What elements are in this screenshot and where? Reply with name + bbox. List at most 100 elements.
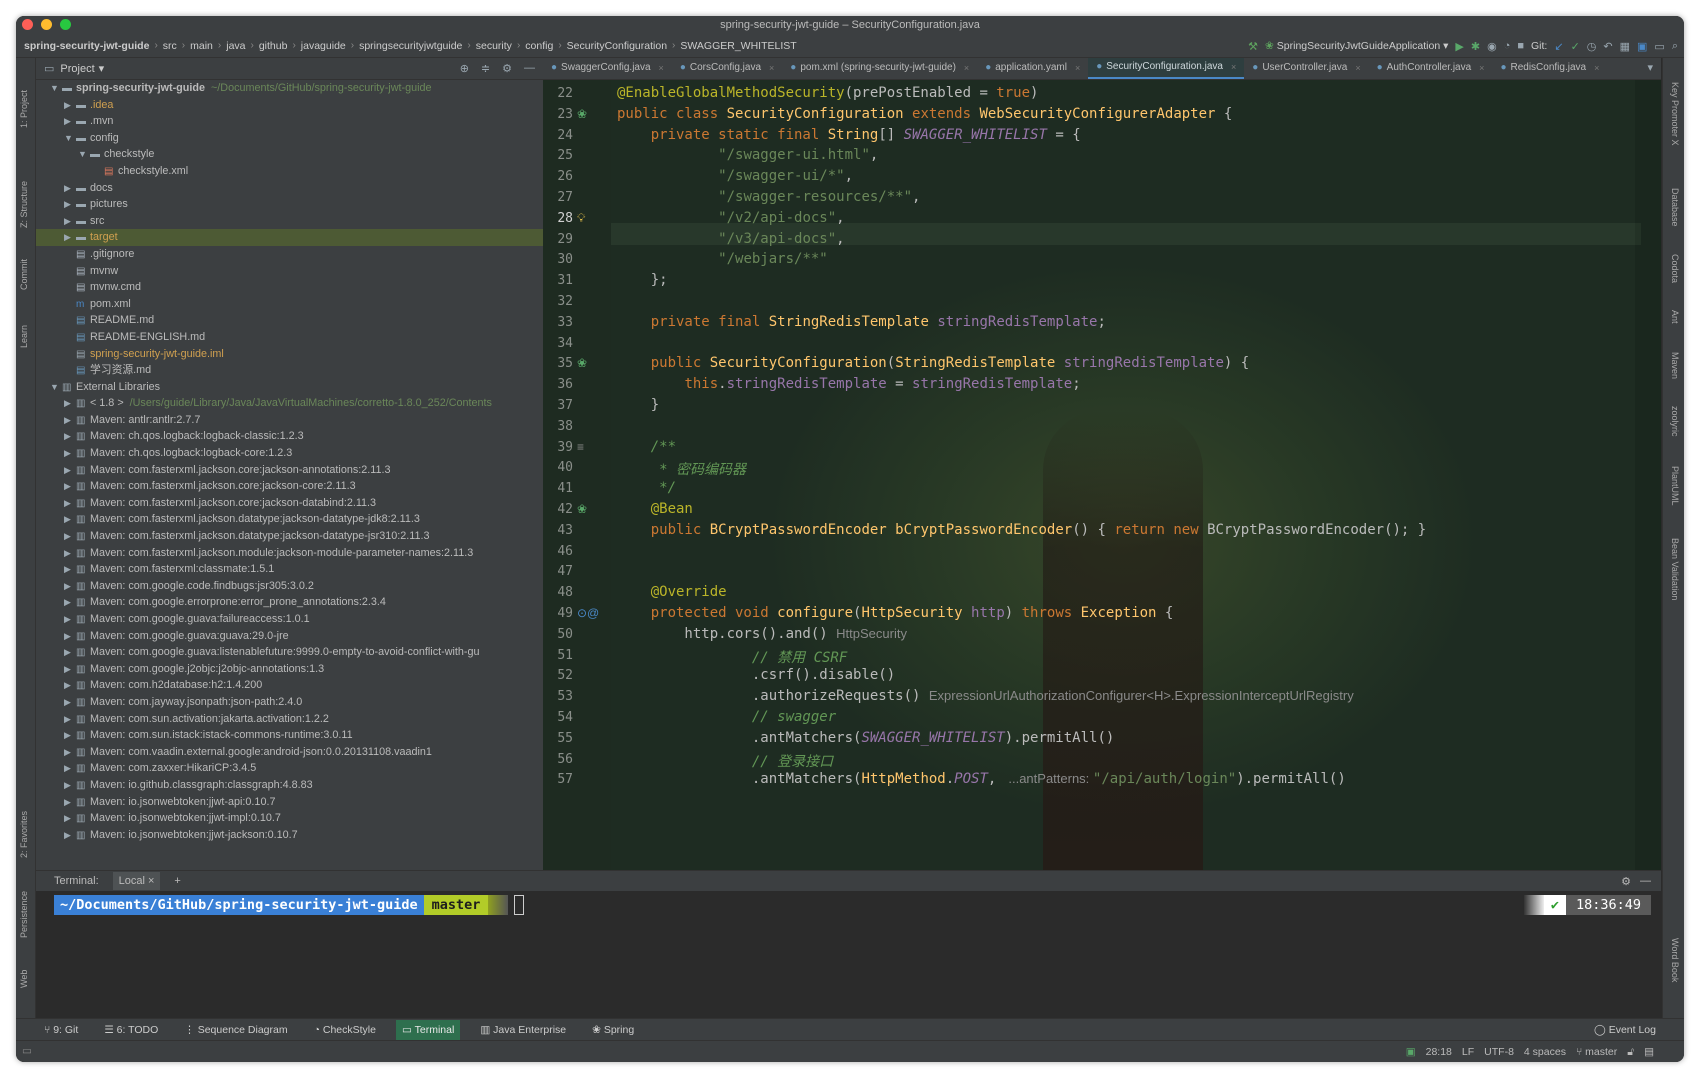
code-line[interactable]: "/webjars/**" <box>617 251 828 267</box>
tree-item[interactable]: ▶ ▬ pictures <box>36 196 543 213</box>
gear-icon[interactable]: ⚙ <box>1621 875 1631 888</box>
code-line[interactable]: @Bean <box>617 501 693 517</box>
code-line[interactable]: } <box>617 397 659 413</box>
terminal-tab-local[interactable]: Local × <box>112 872 161 890</box>
close-icon[interactable]: × <box>1075 58 1080 79</box>
code-line[interactable]: // 禁用 CSRF <box>617 647 847 667</box>
code-line[interactable]: .authorizeRequests() ExpressionUrlAuthor… <box>617 688 1354 704</box>
tool-window-button[interactable]: ◔ CheckStyle <box>308 1020 382 1040</box>
chevron-right-icon[interactable]: ▶ <box>64 810 76 827</box>
line-separator[interactable]: LF <box>1462 1041 1474 1062</box>
strip-project-button[interactable]: 1: Project <box>19 90 29 128</box>
strip-word-book-button[interactable]: Word Book <box>1670 938 1680 982</box>
chevron-down-icon[interactable]: ▾ <box>99 62 105 75</box>
lock-icon[interactable]: 🔓︎ <box>1627 1041 1634 1062</box>
code-line[interactable]: */ <box>617 480 676 496</box>
chevron-right-icon[interactable]: ▶ <box>64 611 76 628</box>
intention-bulb-icon[interactable]: 💡︎ <box>577 211 585 226</box>
chevron-right-icon[interactable]: ▶ <box>64 561 76 578</box>
tree-item[interactable]: ▶ ▥ Maven: com.sun.activation:jakarta.acti… <box>36 711 543 728</box>
tree-item[interactable]: ▤ mvnw <box>36 263 543 280</box>
coverage-icon[interactable]: ◉ <box>1487 40 1497 53</box>
zoom-window-button[interactable] <box>60 19 71 30</box>
close-icon[interactable]: × <box>1231 58 1236 78</box>
code-line[interactable]: "/v3/api-docs", <box>617 231 844 247</box>
tree-item[interactable]: ▶ ▥ Maven: com.jayway.jsonpath:json-path:2… <box>36 694 543 711</box>
run-icon[interactable]: ▶ <box>1455 40 1463 53</box>
chevron-right-icon[interactable]: ▶ <box>64 711 76 728</box>
code-line[interactable]: public class SecurityConfiguration exten… <box>617 106 1232 122</box>
code-line[interactable]: http.cors().and() HttpSecurity <box>617 626 907 642</box>
tree-item[interactable]: ▶ ▥ Maven: com.google.guava:listenablefutu… <box>36 644 543 661</box>
presentation-icon[interactable]: ▭ <box>1654 40 1664 53</box>
tree-item[interactable]: ▶ ▥ Maven: io.jsonwebtoken:jjwt-jackson:0.… <box>36 827 543 844</box>
profile-icon[interactable]: ◔ <box>1504 40 1511 52</box>
strip-favorites-button[interactable]: 2: Favorites <box>19 811 29 858</box>
code-line[interactable]: public BCryptPasswordEncoder bCryptPassw… <box>617 522 1427 538</box>
hide-panel-icon[interactable]: — <box>1640 875 1651 887</box>
chevron-right-icon[interactable]: ▶ <box>64 196 76 213</box>
project-view-select[interactable]: Project <box>60 63 94 75</box>
tabs-overflow-icon[interactable]: ▾ <box>1639 58 1661 79</box>
tree-item[interactable]: ▶ ▥ Maven: com.fasterxml.jackson.datatype:… <box>36 511 543 528</box>
strip-commit-button[interactable]: Commit <box>19 259 29 290</box>
caret-position[interactable]: 28:18 <box>1426 1041 1452 1062</box>
strip-key-promoter-button[interactable]: Key Promoter X <box>1670 82 1680 146</box>
close-icon[interactable]: × <box>1479 58 1484 79</box>
code-line[interactable]: /** <box>617 439 676 455</box>
breadcrumb-item[interactable]: github <box>259 40 288 52</box>
tool-window-button[interactable]: ❀ Spring <box>586 1020 640 1040</box>
tree-item[interactable]: ▶ ▥ Maven: ch.qos.logback:logback-classic:… <box>36 428 543 445</box>
chevron-down-icon[interactable]: ▼ <box>50 80 62 97</box>
chevron-right-icon[interactable]: ▶ <box>64 495 76 512</box>
editor-tab[interactable]: ● pom.xml (spring-security-jwt-guide) × <box>782 58 977 79</box>
tree-item[interactable]: ▶ ▥ Maven: com.google.guava:failureaccess:… <box>36 611 543 628</box>
tree-item[interactable]: ▶ ▬ .mvn <box>36 113 543 130</box>
breadcrumb-item[interactable]: javaguide <box>301 40 346 52</box>
strip-persistence-button[interactable]: Persistence <box>19 891 29 938</box>
tree-item[interactable]: m pom.xml <box>36 296 543 313</box>
breadcrumb-item[interactable]: SWAGGER_WHITELIST <box>680 40 796 52</box>
code-line[interactable]: protected void configure(HttpSecurity ht… <box>617 605 1174 621</box>
tree-item[interactable]: ▶ ▥ Maven: com.google.errorprone:error_pro… <box>36 594 543 611</box>
chevron-right-icon[interactable]: ▶ <box>64 794 76 811</box>
chevron-right-icon[interactable]: ▶ <box>64 628 76 645</box>
project-tree[interactable]: ▼ ▬ spring-security-jwt-guide ~/Documents/G… <box>36 80 543 870</box>
tool-window-button[interactable]: ▭ Terminal <box>395 1019 461 1040</box>
chevron-right-icon[interactable]: ▶ <box>64 445 76 462</box>
chevron-right-icon[interactable]: ▶ <box>64 462 76 479</box>
override-icon[interactable]: ⊙@ <box>577 606 599 620</box>
breadcrumb-item[interactable]: src <box>163 40 177 52</box>
strip-maven-button[interactable]: Maven <box>1670 352 1680 379</box>
chevron-right-icon[interactable]: ▶ <box>64 428 76 445</box>
strip-plantuml-button[interactable]: PlantUML <box>1670 466 1680 506</box>
editor-tab[interactable]: ● UserController.java × <box>1244 58 1368 79</box>
chevron-right-icon[interactable]: ▶ <box>64 661 76 678</box>
editor-tab[interactable]: ● SwaggerConfig.java × <box>543 58 672 79</box>
tree-item[interactable]: ▶ ▥ Maven: com.h2database:h2:1.4.200 <box>36 677 543 694</box>
breadcrumb-item[interactable]: SecurityConfiguration <box>567 40 667 52</box>
close-icon[interactable]: × <box>148 875 154 887</box>
codota-status-icon[interactable]: ▣ <box>1406 1041 1416 1062</box>
breadcrumb-item[interactable]: spring-security-jwt-guide <box>24 40 149 52</box>
code-line[interactable]: @Override <box>617 584 727 600</box>
git-branch-status[interactable]: ⑂ master <box>1576 1041 1617 1062</box>
chevron-right-icon[interactable]: ▶ <box>64 97 76 114</box>
git-rollback-icon[interactable]: ↶ <box>1603 40 1612 53</box>
project-structure-icon[interactable]: ▦ <box>1620 40 1630 53</box>
chevron-right-icon[interactable]: ▶ <box>64 644 76 661</box>
terminal-panel[interactable]: Terminal: Local × + ⚙ — ~/Documents/GitH… <box>36 870 1661 1018</box>
tree-item[interactable]: ▶ ▬ docs <box>36 180 543 197</box>
event-log-button[interactable]: ◯ Event Log <box>1594 1019 1656 1041</box>
breadcrumb-item[interactable]: main <box>190 40 213 52</box>
tree-item[interactable]: ▼ ▥ External Libraries <box>36 379 543 396</box>
run-configuration-select[interactable]: ❀ SpringSecurityJwtGuideApplication ▾ <box>1265 40 1448 52</box>
spring-bean-icon[interactable]: ❀ <box>577 107 587 121</box>
spring-bean-icon[interactable]: ❀ <box>577 502 587 516</box>
memory-indicator-icon[interactable]: ▤ <box>1644 1041 1654 1062</box>
spring-bean-icon[interactable]: ❀ <box>577 356 587 370</box>
close-window-button[interactable] <box>22 19 33 30</box>
code-line[interactable]: * 密码编码器 <box>617 459 746 479</box>
strip-codota-button[interactable]: Codota <box>1670 254 1680 283</box>
chevron-down-icon[interactable]: ▼ <box>50 379 62 396</box>
